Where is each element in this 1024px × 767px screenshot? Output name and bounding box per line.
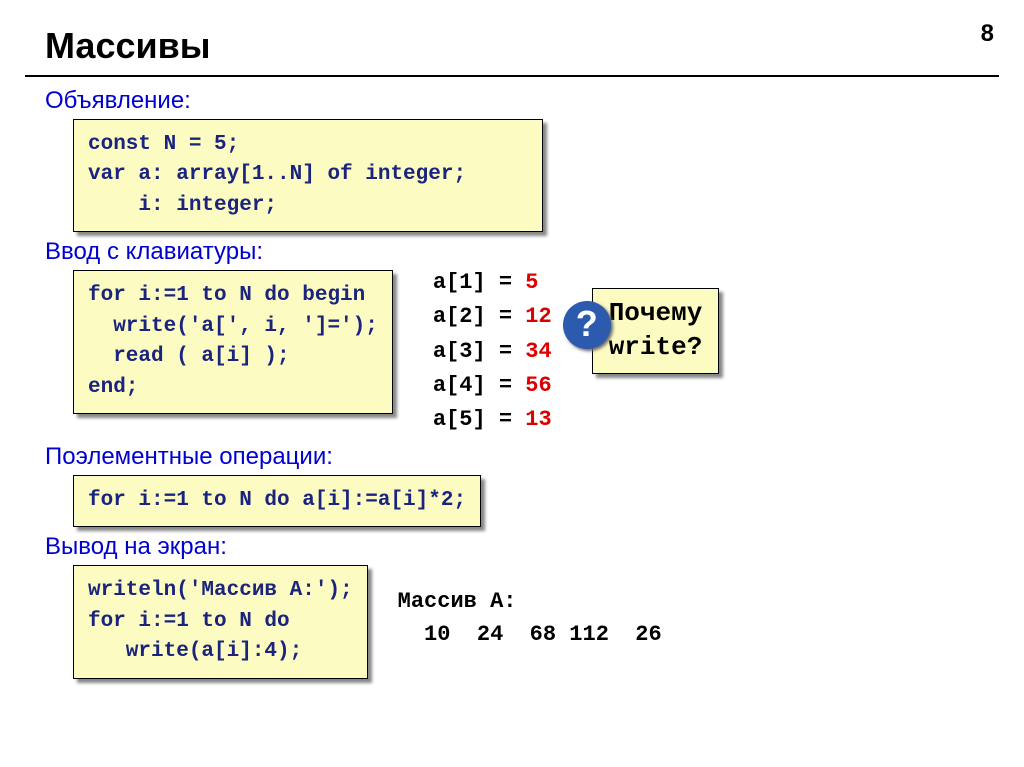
page-number: 8 <box>981 20 994 48</box>
callout-line2: write? <box>609 331 703 365</box>
callout-wrapper: ? Почему write? <box>592 270 720 374</box>
code-operations: for i:=1 to N do a[i]:=a[i]*2; <box>73 475 481 527</box>
input-row: for i:=1 to N do begin write('a[', i, ']… <box>45 270 999 436</box>
code-input: for i:=1 to N do begin write('a[', i, ']… <box>73 270 393 414</box>
slide-content: Объявление: const N = 5; var a: array[1.… <box>0 87 1024 679</box>
array-value-row: a[3] = 34 <box>433 335 552 369</box>
section-input-label: Ввод с клавиатуры: <box>45 238 999 266</box>
array-value-row: a[5] = 13 <box>433 403 552 437</box>
code-declaration: const N = 5; var a: array[1..N] of integ… <box>73 119 543 232</box>
output-row: writeln('Массив A:'); for i:=1 to N do w… <box>45 565 999 678</box>
question-icon: ? <box>563 301 611 349</box>
array-value-row: a[4] = 56 <box>433 369 552 403</box>
output-line1: Массив A: <box>398 585 662 618</box>
callout-line1: Почему <box>609 297 703 331</box>
array-value-row: a[2] = 12 <box>433 300 552 334</box>
code-output: writeln('Массив A:'); for i:=1 to N do w… <box>73 565 368 678</box>
slide-title: Массивы <box>0 0 1024 75</box>
section-output-label: Вывод на экран: <box>45 533 999 561</box>
array-value-row: a[1] = 5 <box>433 266 552 300</box>
output-line2: 10 24 68 112 26 <box>398 618 662 651</box>
callout-box: ? Почему write? <box>592 288 720 374</box>
program-output: Массив A: 10 24 68 112 26 <box>398 585 662 651</box>
array-values: a[1] = 5 a[2] = 12 a[3] = 34 a[4] = 56 a… <box>433 266 552 436</box>
section-operations-label: Поэлементные операции: <box>45 443 999 471</box>
section-declaration-label: Объявление: <box>45 87 999 115</box>
horizontal-rule <box>25 75 999 77</box>
